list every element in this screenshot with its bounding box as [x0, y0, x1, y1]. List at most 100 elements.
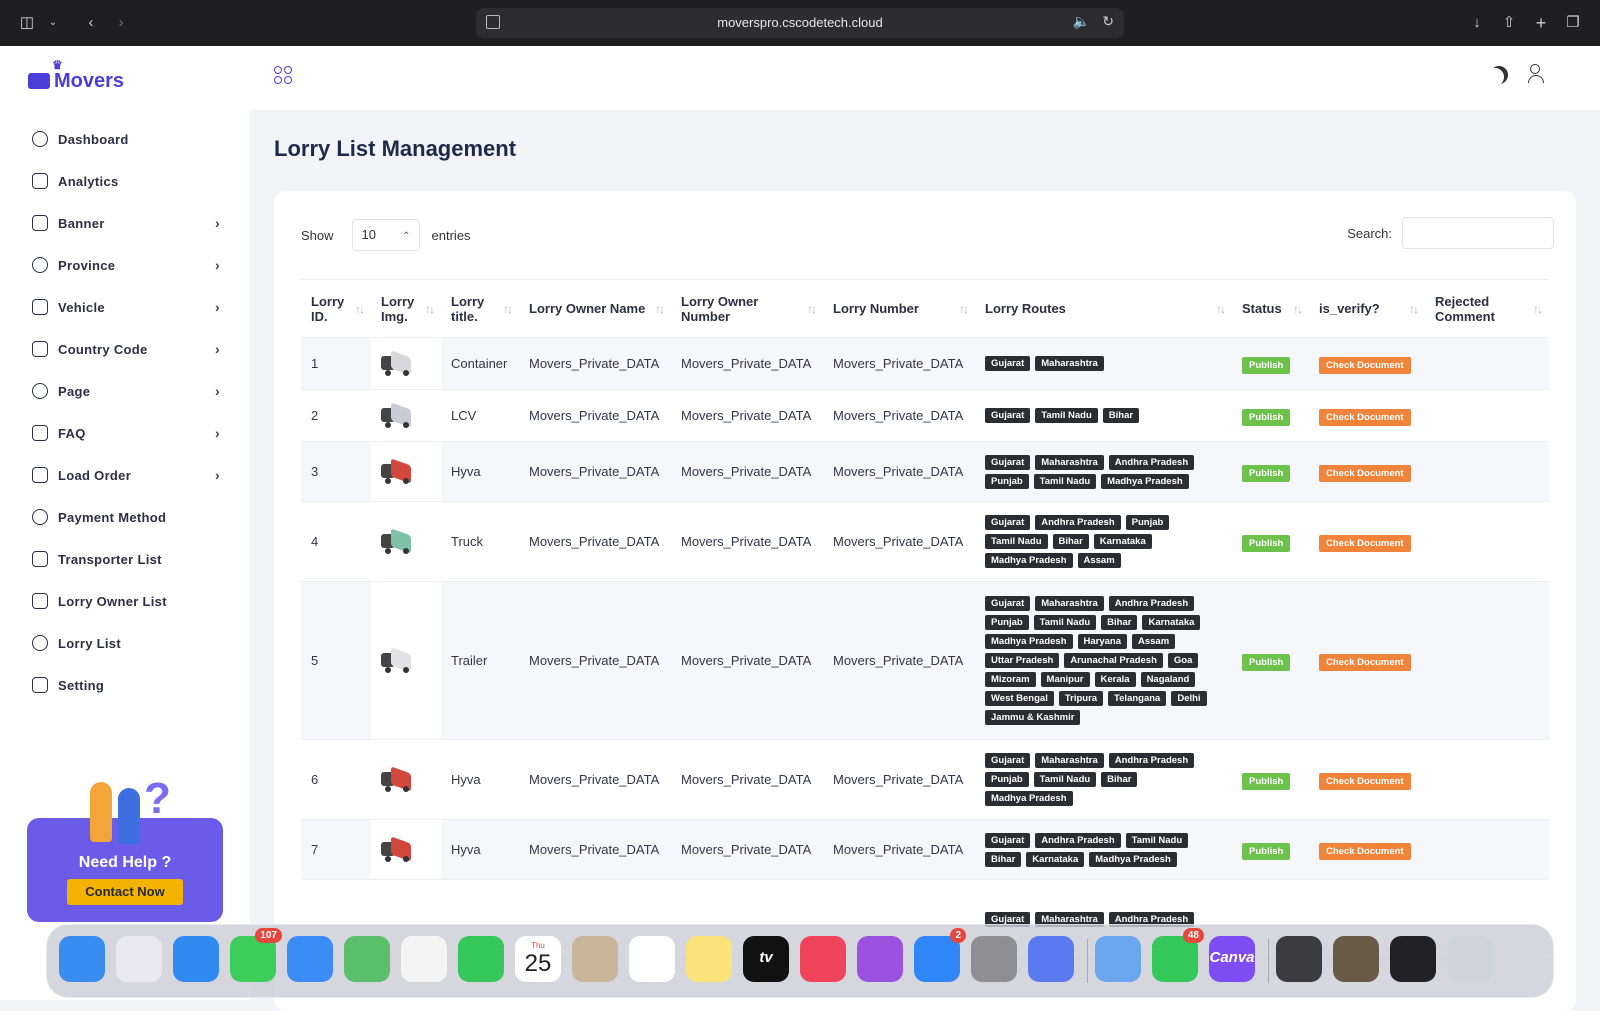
column-header[interactable]: Lorry Img. ↑↓	[371, 279, 441, 338]
verify-cell: Check Document	[1309, 389, 1425, 442]
sidebar-item-transporter-list[interactable]: Transporter List	[0, 538, 250, 580]
share-icon[interactable]: ⇧	[1498, 12, 1520, 34]
mail-icon[interactable]	[287, 936, 333, 982]
column-header[interactable]: Lorry Number ↑↓	[823, 279, 975, 338]
sidebar-item-province[interactable]: Province ›	[0, 244, 250, 286]
thumbnail-1-icon[interactable]	[1276, 936, 1322, 982]
canva-icon[interactable]: Canva	[1209, 936, 1255, 982]
sidebar-item-payment-method[interactable]: Payment Method	[0, 496, 250, 538]
dark-mode-icon[interactable]	[1490, 66, 1508, 84]
table-body: 1 Container Movers_Private_DATA Movers_Priv…	[301, 337, 1549, 960]
sort-icon[interactable]: ↑↓	[1293, 302, 1303, 316]
column-header[interactable]: Rejected Comment ↑↓	[1425, 279, 1549, 338]
sidebar-item-lorry-list[interactable]: Lorry List	[0, 622, 250, 664]
settings-icon[interactable]	[971, 936, 1017, 982]
routes-cell: Gujarat Tamil Nadu Bihar	[975, 389, 1232, 442]
check-document-button[interactable]: Check Document	[1319, 465, 1411, 482]
check-document-button[interactable]: Check Document	[1319, 843, 1411, 860]
apps-grid-icon[interactable]	[274, 66, 292, 84]
sort-icon[interactable]: ↑↓	[959, 302, 969, 316]
audio-icon[interactable]: 🔈	[1073, 13, 1090, 30]
sort-icon[interactable]: ↑↓	[655, 302, 665, 316]
sidebar-item-lorry-owner-list[interactable]: Lorry Owner List	[0, 580, 250, 622]
facetime-icon[interactable]	[458, 936, 504, 982]
column-header[interactable]: Lorry ID. ↑↓	[301, 279, 371, 338]
column-header[interactable]: Lorry Routes ↑↓	[975, 279, 1232, 338]
sidebar-item-analytics[interactable]: Analytics	[0, 160, 250, 202]
sidebar-item-faq[interactable]: FAQ ›	[0, 412, 250, 454]
sort-icon[interactable]: ↑↓	[807, 302, 817, 316]
safari-icon[interactable]	[173, 936, 219, 982]
sort-icon[interactable]: ↑↓	[355, 302, 365, 316]
route-chip: Bihar	[1052, 534, 1089, 549]
music-icon[interactable]	[800, 936, 846, 982]
lorry-title-cell: Hyva	[441, 819, 519, 880]
box-icon	[32, 467, 48, 483]
messages-icon[interactable]: 107	[230, 928, 282, 982]
sidebar-item-dashboard[interactable]: Dashboard	[0, 118, 250, 160]
download-icon[interactable]: ↓	[1466, 12, 1488, 34]
sort-icon[interactable]: ↑↓	[503, 302, 513, 316]
chevron-down-icon[interactable]: ⌄	[42, 12, 64, 34]
podcasts-icon[interactable]	[857, 936, 903, 982]
thumbnail-3-icon[interactable]	[1390, 936, 1436, 982]
app-label: tv	[759, 949, 773, 966]
finder-icon[interactable]	[59, 936, 105, 982]
lorry-number-cell: Movers_Private_DATA	[823, 389, 975, 442]
entries-select[interactable]: 10	[351, 219, 420, 252]
sidebar-item-banner[interactable]: Banner ›	[0, 202, 250, 244]
forward-button[interactable]: ›	[110, 12, 132, 34]
sidebar-item-page[interactable]: Page ›	[0, 370, 250, 412]
sidebar-item-setting[interactable]: Setting	[0, 664, 250, 706]
new-tab-icon[interactable]: +	[1530, 12, 1552, 34]
remote-icon[interactable]	[1095, 936, 1141, 982]
contacts-icon[interactable]	[572, 936, 618, 982]
notes-icon[interactable]	[686, 936, 732, 982]
sidebar-toggle-icon[interactable]: ◫	[16, 12, 38, 34]
sidebar-item-vehicle[interactable]: Vehicle ›	[0, 286, 250, 328]
status-badge: Publish	[1242, 465, 1291, 482]
check-document-button[interactable]: Check Document	[1319, 773, 1411, 790]
tv-icon[interactable]: tv	[743, 936, 789, 982]
sidebar-item-load-order[interactable]: Load Order ›	[0, 454, 250, 496]
check-document-button[interactable]: Check Document	[1319, 654, 1411, 671]
check-document-button[interactable]: Check Document	[1319, 409, 1411, 426]
address-bar[interactable]: moverspro.cscodetech.cloud 🔈 ↻	[476, 8, 1124, 38]
sort-icon[interactable]: ↑↓	[1216, 302, 1226, 316]
column-header[interactable]: Lorry Owner Name ↑↓	[519, 279, 671, 338]
location-pin-icon	[32, 257, 48, 273]
back-button[interactable]: ‹	[80, 12, 102, 34]
column-header[interactable]: Lorry title. ↑↓	[441, 279, 519, 338]
route-chip: Maharashtra	[1035, 753, 1104, 768]
launchpad-icon[interactable]	[116, 936, 162, 982]
maps-icon[interactable]	[344, 936, 390, 982]
profile-icon[interactable]	[1528, 64, 1548, 84]
reminders-icon[interactable]	[629, 936, 675, 982]
calendar-icon[interactable]: Thu 25	[515, 936, 561, 982]
check-document-button[interactable]: Check Document	[1319, 535, 1411, 552]
column-header[interactable]: Lorry Owner Number ↑↓	[671, 279, 823, 338]
search-input[interactable]	[1402, 217, 1554, 249]
column-header[interactable]: Status ↑↓	[1232, 279, 1309, 338]
owner-name-cell: Movers_Private_DATA	[519, 581, 671, 740]
sort-icon[interactable]: ↑↓	[1409, 302, 1419, 316]
brand-logo[interactable]: ♛ Movers	[28, 58, 124, 96]
route-chip: Punjab	[985, 772, 1029, 787]
sort-icon[interactable]: ↑↓	[1533, 302, 1543, 316]
lorry-table: Lorry ID. ↑↓ Lorry Img. ↑↓ Lorry title. ↑↓ Lor…	[301, 279, 1549, 960]
simulator-icon[interactable]	[1028, 936, 1074, 982]
tab-overview-icon[interactable]: ❐	[1562, 12, 1584, 34]
thumbnail-2-icon[interactable]	[1333, 936, 1379, 982]
sidebar-item-country-code[interactable]: Country Code ›	[0, 328, 250, 370]
reload-icon[interactable]: ↻	[1102, 13, 1114, 30]
trash-icon[interactable]	[1447, 936, 1493, 982]
column-header-label: Lorry Number	[833, 301, 919, 316]
photos-icon[interactable]	[401, 936, 447, 982]
contact-now-button[interactable]: Contact Now	[67, 879, 183, 905]
route-chip: Andhra Pradesh	[1108, 454, 1195, 470]
whatsapp-icon[interactable]: 48	[1152, 928, 1204, 982]
check-document-button[interactable]: Check Document	[1319, 357, 1411, 374]
appstore-icon[interactable]: 2	[914, 928, 966, 982]
sort-icon[interactable]: ↑↓	[425, 302, 435, 316]
column-header[interactable]: is_verify? ↑↓	[1309, 279, 1425, 338]
